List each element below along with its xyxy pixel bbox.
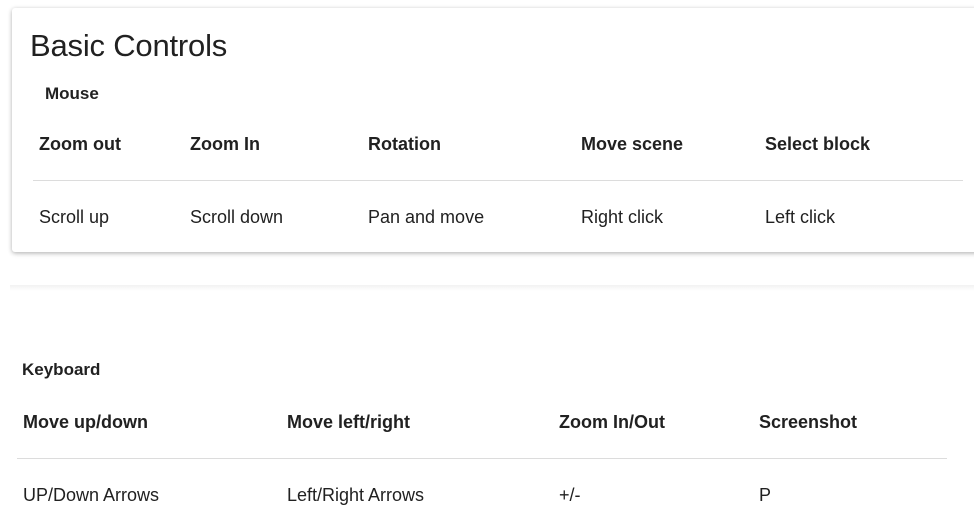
column-header: Move scene xyxy=(575,108,759,181)
table-cell: Left/Right Arrows xyxy=(287,484,425,505)
mouse-controls-table: Zoom out Zoom In Rotation Move scene Sel… xyxy=(33,108,963,253)
table-cell: Scroll up xyxy=(39,206,110,227)
table-cell: P xyxy=(759,484,772,505)
column-header: Screenshot xyxy=(753,386,947,459)
column-header: Zoom In/Out xyxy=(553,386,753,459)
table-header-row: Zoom out Zoom In Rotation Move scene Sel… xyxy=(33,108,963,181)
table-cell: +/- xyxy=(559,484,581,505)
column-header: Rotation xyxy=(362,108,575,181)
column-header: Zoom In xyxy=(184,108,362,181)
table-header-row: Move up/down Move left/right Zoom In/Out… xyxy=(17,386,947,459)
table-row: UP/Down Arrows Left/Right Arrows +/- P xyxy=(17,459,947,530)
table-cell: Left click xyxy=(765,206,836,227)
mouse-section-label: Mouse xyxy=(45,84,99,103)
column-header: Zoom out xyxy=(33,108,184,181)
table-cell: Pan and move xyxy=(368,206,485,227)
column-header: Select block xyxy=(759,108,963,181)
table-cell: UP/Down Arrows xyxy=(23,484,160,505)
keyboard-controls-table: Move up/down Move left/right Zoom In/Out… xyxy=(17,386,947,530)
table-cell: Scroll down xyxy=(190,206,284,227)
column-header: Move left/right xyxy=(281,386,553,459)
keyboard-section-label: Keyboard xyxy=(22,360,101,379)
controls-page: Basic Controls Mouse Zoom out Zoom In Ro… xyxy=(0,0,974,530)
section-divider xyxy=(10,285,974,291)
page-title: Basic Controls xyxy=(30,28,228,63)
column-header: Move up/down xyxy=(17,386,281,459)
table-row: Scroll up Scroll down Pan and move Right… xyxy=(33,181,963,254)
basic-controls-card: Basic Controls Mouse Zoom out Zoom In Ro… xyxy=(12,8,974,252)
table-cell: Right click xyxy=(581,206,664,227)
